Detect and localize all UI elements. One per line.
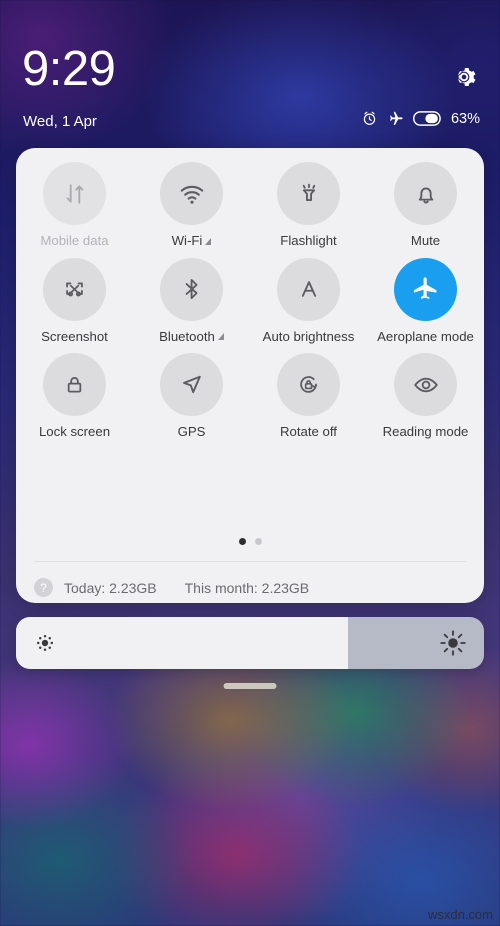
tile-bluetooth[interactable]: Bluetooth [133,257,250,345]
alarm-icon [363,111,376,125]
help-icon[interactable]: ? [34,578,53,597]
brightness-low-icon [36,634,54,652]
tile-label: Reading mode [383,425,469,440]
page-indicator[interactable] [16,538,484,545]
status-header: 9:29 Wed, 1 Apr 63% [0,0,500,145]
gps-icon [183,375,201,394]
tile-reading-mode[interactable]: Reading mode [367,353,484,440]
tile-icon-wrap [43,257,106,321]
page-dot-2[interactable] [254,538,262,545]
tile-screenshot[interactable]: Screenshot [16,257,133,345]
tile-label-text: Wi-Fi [171,233,203,248]
brightness-slider-fill [16,617,349,669]
bluetooth-icon [185,278,197,300]
lock-icon [67,377,82,393]
tile-auto-brightness[interactable]: Auto brightness [250,257,367,345]
tile-label: Bluetooth [159,328,224,345]
tile-label: Screenshot [41,328,108,345]
tile-label: Auto brightness [262,328,355,345]
status-icons: 63% [361,110,480,127]
tile-aeroplane-mode[interactable]: Aeroplane mode [367,257,484,345]
flashlight-icon [302,183,315,201]
tile-label: Aeroplane mode [377,328,474,345]
tile-label: Flashlight [280,233,337,249]
auto-brightness-icon [301,281,316,297]
tile-label-text: Mute [410,233,441,248]
tile-label-text: Bluetooth [159,328,215,344]
page-dot-1[interactable] [238,538,246,545]
quick-settings-panel: Mobile data Wi-Fi Flashlight Mute Screen… [16,148,484,603]
home-indicator[interactable] [223,683,277,689]
tile-label-text: Screenshot [41,328,108,344]
tile-icon-wrap [160,353,223,417]
expand-caret-icon[interactable] [205,237,212,245]
tile-label: Lock screen [39,425,110,440]
brightness-high-icon [440,630,466,656]
tile-label: Rotate off [280,425,337,440]
data-usage-month: This month: 2.23GB [184,579,310,596]
tile-label-text: GPS [177,424,206,440]
tile-label-text: Lock screen [38,424,111,440]
screenshot-icon [66,282,83,296]
eye-icon [413,377,438,392]
tile-icon-wrap [277,353,340,417]
tile-mobile-data[interactable]: Mobile data [16,162,133,249]
clock-time: 9:29 [22,42,116,96]
rotate-lock-icon [300,376,318,393]
tile-label-text: Mobile data [40,233,109,248]
data-usage-today: Today: 2.23GB [64,579,157,596]
watermark: wsxdn.com [427,907,493,922]
tile-label-text: Flashlight [280,233,337,248]
tile-label-text: Auto brightness [262,328,355,344]
data-usage-bar[interactable]: ? Today: 2.23GB This month: 2.23GB [34,572,466,603]
gear-icon [458,68,476,86]
tile-label: Mobile data [40,233,109,249]
tile-icon-wrap [160,257,223,321]
airplane-status-icon [390,111,403,125]
tile-icon-wrap [43,353,106,417]
tile-label: GPS [178,425,206,440]
brightness-slider[interactable] [16,617,484,669]
panel-divider [34,561,466,562]
expand-caret-icon[interactable] [217,333,224,341]
tile-icon-wrap [394,257,457,321]
tile-icon-wrap [394,353,457,417]
quick-settings-grid: Mobile data Wi-Fi Flashlight Mute Screen… [16,162,484,440]
tile-flashlight[interactable]: Flashlight [250,162,367,249]
tile-label: Mute [410,233,441,249]
tile-mute[interactable]: Mute [367,162,484,249]
tile-label: Wi-Fi [171,233,212,249]
tile-icon-wrap [277,257,340,321]
tile-icon-wrap [394,162,457,225]
wifi-icon [180,185,203,204]
battery-icon [412,111,441,126]
tile-label-text: Reading mode [382,424,469,440]
tile-icon-wrap [277,162,340,225]
tile-rotate-off[interactable]: Rotate off [250,353,367,440]
tile-icon-wrap [43,162,106,225]
clock-date: Wed, 1 Apr [23,113,97,130]
bell-icon [418,187,433,203]
tile-icon-wrap [160,162,223,225]
tile-lock-screen[interactable]: Lock screen [16,353,133,440]
mobile-data-icon [66,183,83,204]
tile-label-text: Rotate off [280,424,337,440]
tile-wifi[interactable]: Wi-Fi [133,162,250,249]
battery-percent-label: 63% [450,110,480,127]
settings-gear-button[interactable] [450,63,478,91]
tile-label-text: Aeroplane mode [377,328,474,344]
tile-gps[interactable]: GPS [133,353,250,440]
airplane-icon [413,276,437,299]
